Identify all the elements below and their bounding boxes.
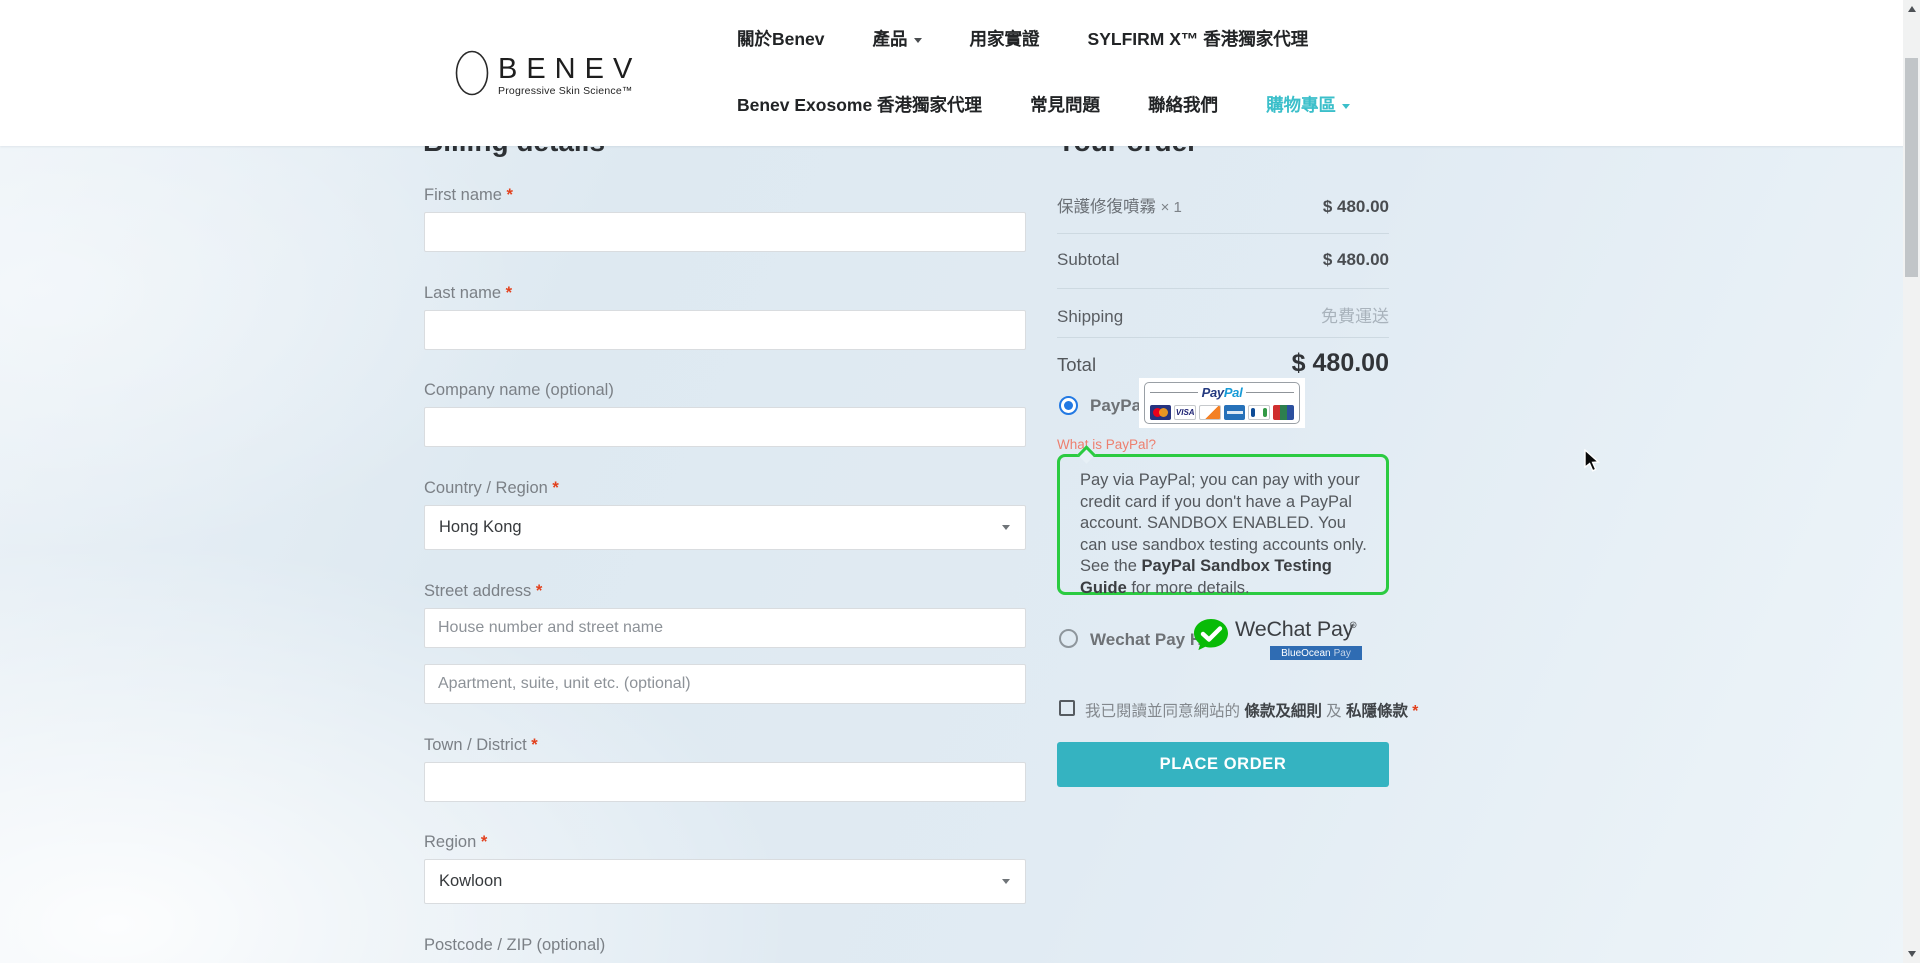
terms-text: 我已閱讀並同意網站的 條款及細則 及 私隱條款 * [1085, 699, 1395, 721]
scrollbar-thumb[interactable] [1905, 58, 1918, 277]
shipping-label: Shipping [1057, 307, 1123, 327]
total-label: Total [1057, 354, 1096, 376]
required-asterisk: * [1412, 703, 1418, 720]
shipping-row: Shipping 免費運送 [1057, 302, 1389, 327]
paypal-label[interactable]: PayPal [1090, 396, 1146, 416]
benev-logo[interactable]: BENEV Progressive Skin Science™ [454, 50, 641, 97]
required-asterisk: * [507, 186, 513, 204]
shipping-value: 免費運送 [1321, 302, 1389, 327]
country-region-label: Country / Region * [424, 479, 559, 498]
order-item-row: 保護修復噴霧 × 1 $ 480.00 [1057, 193, 1389, 217]
region-select-value: Kowloon [439, 872, 502, 891]
nav-item-sylfirm-x[interactable]: SYLFIRM X™ 香港獨家代理 [1088, 26, 1309, 51]
nav-item-shop[interactable]: 購物專區 [1266, 92, 1350, 117]
wechat-pay-logo: WeChat Pay ⊛ BlueOceanPay [1192, 612, 1364, 662]
company-name-label: Company name (optional) [424, 381, 614, 400]
country-select-value: Hong Kong [439, 518, 522, 537]
site-header: BENEV Progressive Skin Science™ 關於Benev … [0, 0, 1920, 146]
scrollbar-down-arrow[interactable] [1908, 951, 1916, 957]
paypal-radio[interactable] [1059, 396, 1078, 415]
nav-item-benev-exosome[interactable]: Benev Exosome 香港獨家代理 [737, 92, 982, 117]
region-label: Region * [424, 833, 487, 852]
order-item-qty: × 1 [1161, 199, 1182, 216]
select-caret-icon [1002, 525, 1010, 530]
paypal-sandbox-notice: Pay via PayPal; you can pay with your cr… [1057, 454, 1389, 595]
mastercard-icon [1150, 405, 1171, 420]
discover-icon [1199, 405, 1221, 420]
paypal-acceptance-mark: PayPal VISA [1139, 378, 1305, 428]
jcb-icon [1248, 405, 1270, 420]
divider [1057, 288, 1389, 289]
street-address-input[interactable] [424, 608, 1026, 648]
mouse-cursor [1584, 449, 1606, 478]
town-district-label: Town / District * [424, 736, 538, 755]
last-name-label: Last name * [424, 284, 512, 303]
required-asterisk: * [506, 284, 512, 302]
subtotal-value: $ 480.00 [1323, 250, 1389, 270]
total-value: $ 480.00 [1292, 349, 1389, 378]
scrollbar-up-arrow[interactable] [1908, 6, 1916, 12]
subtotal-row: Subtotal $ 480.00 [1057, 250, 1389, 270]
wechat-pay-radio[interactable] [1059, 629, 1078, 648]
first-name-input[interactable] [424, 212, 1026, 252]
nav-item-testimonials[interactable]: 用家實證 [970, 26, 1040, 51]
town-district-input[interactable] [424, 762, 1026, 802]
terms-conditions-link[interactable]: 條款及細則 [1244, 703, 1322, 720]
nav-item-faq[interactable]: 常見問題 [1030, 92, 1100, 117]
total-row: Total $ 480.00 [1057, 349, 1389, 378]
street-address-label: Street address * [424, 582, 542, 601]
required-asterisk: * [531, 736, 537, 754]
country-select[interactable]: Hong Kong [424, 505, 1026, 550]
nav-item-products[interactable]: 產品 [873, 26, 922, 51]
logo-oval-icon [454, 50, 491, 97]
visa-icon: VISA [1174, 405, 1196, 420]
nav-item-contact-us[interactable]: 聯絡我們 [1148, 92, 1218, 117]
required-asterisk: * [481, 833, 487, 851]
chevron-down-icon [914, 38, 922, 43]
wechat-bubble-icon [1192, 618, 1230, 657]
select-caret-icon [1002, 879, 1010, 884]
first-name-label: First name * [424, 186, 513, 205]
subtotal-label: Subtotal [1057, 250, 1119, 270]
postcode-label: Postcode / ZIP (optional) [424, 936, 605, 955]
divider [1057, 233, 1389, 234]
place-order-button[interactable]: PLACE ORDER [1057, 742, 1389, 787]
wechat-pay-wordmark: WeChat Pay [1235, 617, 1353, 642]
nav-item-about-benev[interactable]: 關於Benev [737, 26, 825, 51]
wechat-reg-mark-icon: ⊛ [1349, 620, 1357, 631]
order-item-price: $ 480.00 [1323, 197, 1389, 217]
logo-tagline: Progressive Skin Science™ [498, 85, 641, 97]
unionpay-icon [1273, 405, 1294, 420]
blueocean-pay-badge: BlueOceanPay [1270, 646, 1362, 660]
required-asterisk: * [536, 582, 542, 600]
paypal-logo: PayPal [1198, 385, 1247, 400]
terms-checkbox[interactable] [1059, 700, 1075, 716]
street-address-2-input[interactable] [424, 664, 1026, 704]
company-name-input[interactable] [424, 407, 1026, 447]
order-item-name: 保護修復噴霧 [1057, 198, 1156, 216]
amex-icon [1224, 405, 1245, 420]
checkout-page: Billing details Your order BENEV Progres… [0, 0, 1920, 963]
last-name-input[interactable] [424, 310, 1026, 350]
region-select[interactable]: Kowloon [424, 859, 1026, 904]
what-is-paypal-link[interactable]: What is PayPal? [1057, 437, 1156, 452]
privacy-terms-link[interactable]: 私隱條款 [1346, 703, 1408, 720]
divider [1057, 337, 1389, 338]
required-asterisk: * [552, 479, 558, 497]
logo-name: BENEV [498, 54, 641, 84]
chevron-down-icon [1342, 104, 1350, 109]
